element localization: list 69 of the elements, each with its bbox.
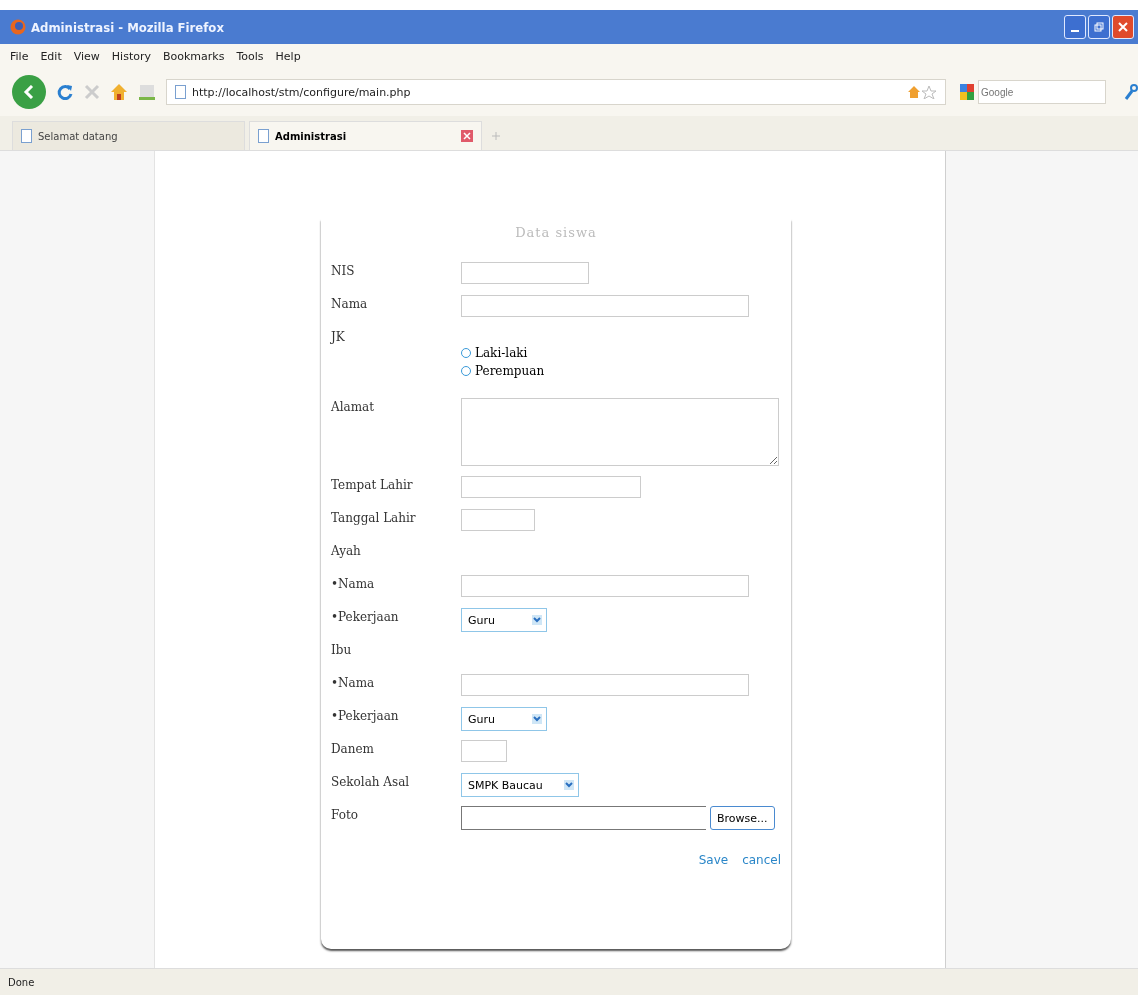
input-field[interactable] [461,295,749,317]
stop-icon[interactable] [84,84,100,100]
field-label: •Pekerjaan [331,609,400,624]
restore-button[interactable] [1088,15,1110,39]
radio-label: Laki-laki [475,346,528,360]
window-title: Administrasi - Mozilla Firefox [31,19,225,35]
menu-item[interactable]: Bookmarks [163,49,225,63]
form-title: Data siswa [514,225,598,240]
close-button[interactable] [1112,15,1134,39]
menu-item[interactable]: Edit [40,49,62,63]
field-label: Ayah [331,543,362,558]
input-field[interactable] [461,740,507,762]
field-label: Tanggal Lahir [331,510,417,525]
field-label: Nama [331,296,369,311]
action-link[interactable]: Save [698,853,729,867]
radio-button[interactable] [461,366,471,376]
menu-item[interactable]: Tools [236,49,264,63]
input-field[interactable] [461,262,589,284]
close-icon [1118,22,1128,32]
arrow-left-icon [23,85,35,99]
address-bar[interactable]: http://localhost/stm/configure/main.php [166,79,946,105]
bookmark-star-icon[interactable] [907,85,937,99]
page-icon [21,129,32,143]
browser-tab[interactable]: Administrasi [249,121,482,150]
field-label: •Nama [331,675,376,690]
menu-item[interactable]: File [10,49,29,63]
input-field[interactable] [461,476,641,498]
chevron-down-icon [564,780,574,790]
restore-icon [1094,22,1104,32]
action-link[interactable]: cancel [742,853,781,867]
field-label: Ibu [331,642,353,657]
input-field[interactable] [461,674,749,696]
reload-icon[interactable] [56,83,74,101]
field-label: •Pekerjaan [331,708,400,723]
status-text: Done [0,968,1138,995]
radio-button[interactable] [461,348,471,358]
google-icon [960,84,974,100]
browser-tab[interactable]: Selamat datang [12,121,245,150]
input-field[interactable] [461,575,749,597]
home-icon[interactable] [110,83,128,101]
dropdown[interactable]: Guru [461,608,547,632]
search-field[interactable]: Google [978,80,1106,104]
field-label: Sekolah Asal [331,774,411,789]
file-field[interactable] [461,806,706,830]
back-button[interactable] [12,75,46,109]
field-label: Foto [331,807,359,822]
menu-item[interactable]: View [73,49,100,63]
close-tab-icon[interactable] [461,130,473,142]
menu-item[interactable]: Help [275,49,301,63]
field-label: NIS [331,263,356,278]
field-label: •Nama [331,576,376,591]
radio-label: Perempuan [475,364,545,378]
browse-button[interactable]: Browse... [710,806,775,830]
minimize-icon [1071,30,1079,32]
minimize-button[interactable] [1064,15,1086,39]
field-label: JK [331,329,346,344]
field-label: Alamat [331,399,375,414]
field-label: Danem [331,741,375,756]
input-field[interactable] [461,509,535,531]
menu-item[interactable]: History [111,49,151,63]
text-area[interactable] [461,398,779,466]
field-label: Tempat Lahir [331,477,414,492]
chevron-down-icon [532,615,542,625]
dropdown[interactable]: SMPK Baucau [461,773,579,797]
page-icon [258,129,269,143]
dropdown[interactable]: Guru [461,707,547,731]
search-icon[interactable] [1124,84,1138,100]
chevron-down-icon [532,714,542,724]
page-icon [175,85,186,99]
